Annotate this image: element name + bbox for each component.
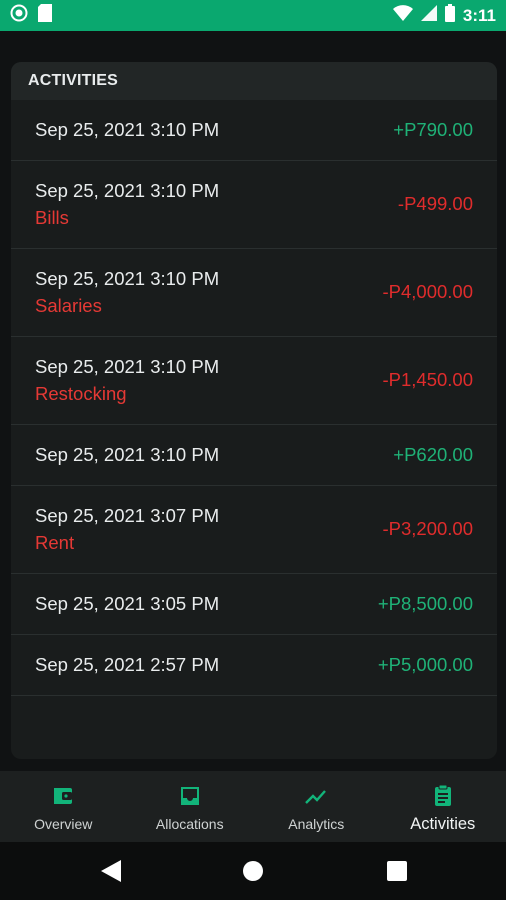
activity-amount: -P499.00 bbox=[397, 193, 473, 214]
nav-allocations[interactable]: Allocations bbox=[127, 771, 254, 842]
activity-row[interactable]: Sep 25, 2021 3:10 PM Bills -P499.00 bbox=[11, 161, 497, 249]
back-icon[interactable] bbox=[99, 859, 123, 883]
activity-row[interactable]: Sep 25, 2021 3:10 PM Restocking -P1,450.00 bbox=[11, 337, 497, 425]
home-icon[interactable] bbox=[241, 859, 265, 883]
status-time: 3:11 bbox=[462, 5, 496, 25]
status-bar: 3:11 bbox=[0, 0, 506, 31]
system-navigation-bar bbox=[0, 842, 506, 900]
activity-amount: -P1,450.00 bbox=[382, 369, 473, 390]
activities-card: ACTIVITIES Sep 25, 2021 3:10 PM +P790.00 S… bbox=[11, 62, 497, 759]
recents-icon[interactable] bbox=[385, 859, 409, 883]
signal-icon bbox=[420, 5, 437, 26]
activity-row[interactable]: Sep 25, 2021 3:05 PM +P8,500.00 bbox=[11, 574, 497, 635]
activity-row[interactable]: Sep 25, 2021 3:07 PM Rent -P3,200.00 bbox=[11, 486, 497, 574]
activity-date: Sep 25, 2021 3:10 PM bbox=[35, 444, 220, 465]
bottom-navigation: Overview Allocations Analytics Activitie… bbox=[0, 771, 506, 842]
activity-date: Sep 25, 2021 3:07 PM bbox=[35, 505, 220, 526]
wallet-icon bbox=[51, 784, 75, 808]
wifi-icon bbox=[392, 5, 413, 26]
clipboard-icon bbox=[431, 784, 455, 808]
sd-card-icon bbox=[38, 4, 52, 27]
activity-row[interactable]: Sep 25, 2021 3:10 PM Salaries -P4,000.00 bbox=[11, 249, 497, 337]
activity-amount: -P3,200.00 bbox=[382, 518, 473, 539]
nav-activities-label: Activities bbox=[410, 815, 476, 833]
activity-date: Sep 25, 2021 3:10 PM bbox=[35, 356, 220, 377]
activity-date: Sep 25, 2021 3:05 PM bbox=[35, 593, 220, 614]
activity-amount: +P620.00 bbox=[393, 444, 473, 465]
activity-category: Salaries bbox=[35, 295, 102, 316]
activity-date: Sep 25, 2021 2:57 PM bbox=[35, 654, 220, 675]
activity-amount: -P4,000.00 bbox=[382, 281, 473, 302]
trending-up-icon bbox=[304, 784, 328, 808]
nav-analytics[interactable]: Analytics bbox=[253, 771, 380, 842]
inbox-icon bbox=[178, 784, 202, 808]
activity-date: Sep 25, 2021 3:10 PM bbox=[35, 119, 220, 140]
activity-amount: +P8,500.00 bbox=[377, 593, 473, 614]
activity-row[interactable]: Sep 25, 2021 2:57 PM +P5,000.00 bbox=[11, 635, 497, 696]
battery-icon bbox=[444, 4, 455, 27]
nav-activities[interactable]: Activities bbox=[380, 771, 506, 842]
activity-amount: +P790.00 bbox=[393, 119, 473, 140]
activities-header: ACTIVITIES bbox=[11, 62, 497, 100]
activity-row[interactable]: Sep 25, 2021 3:10 PM +P790.00 bbox=[11, 100, 497, 161]
nav-analytics-label: Analytics bbox=[288, 816, 345, 832]
activity-date: Sep 25, 2021 3:10 PM bbox=[35, 268, 220, 289]
activity-row[interactable]: Sep 25, 2021 3:10 PM +P620.00 bbox=[11, 425, 497, 486]
activities-list: Sep 25, 2021 3:10 PM +P790.00 Sep 25, 2021… bbox=[11, 100, 497, 696]
activity-date: Sep 25, 2021 3:10 PM bbox=[35, 180, 220, 201]
activity-category: Restocking bbox=[35, 383, 127, 404]
activity-category: Bills bbox=[35, 207, 69, 228]
activity-category: Rent bbox=[35, 532, 75, 553]
nav-overview-label: Overview bbox=[34, 816, 93, 832]
nav-allocations-label: Allocations bbox=[155, 816, 224, 832]
app-notification-icon bbox=[10, 4, 28, 27]
nav-overview[interactable]: Overview bbox=[0, 771, 127, 842]
activity-amount: +P5,000.00 bbox=[377, 654, 473, 675]
